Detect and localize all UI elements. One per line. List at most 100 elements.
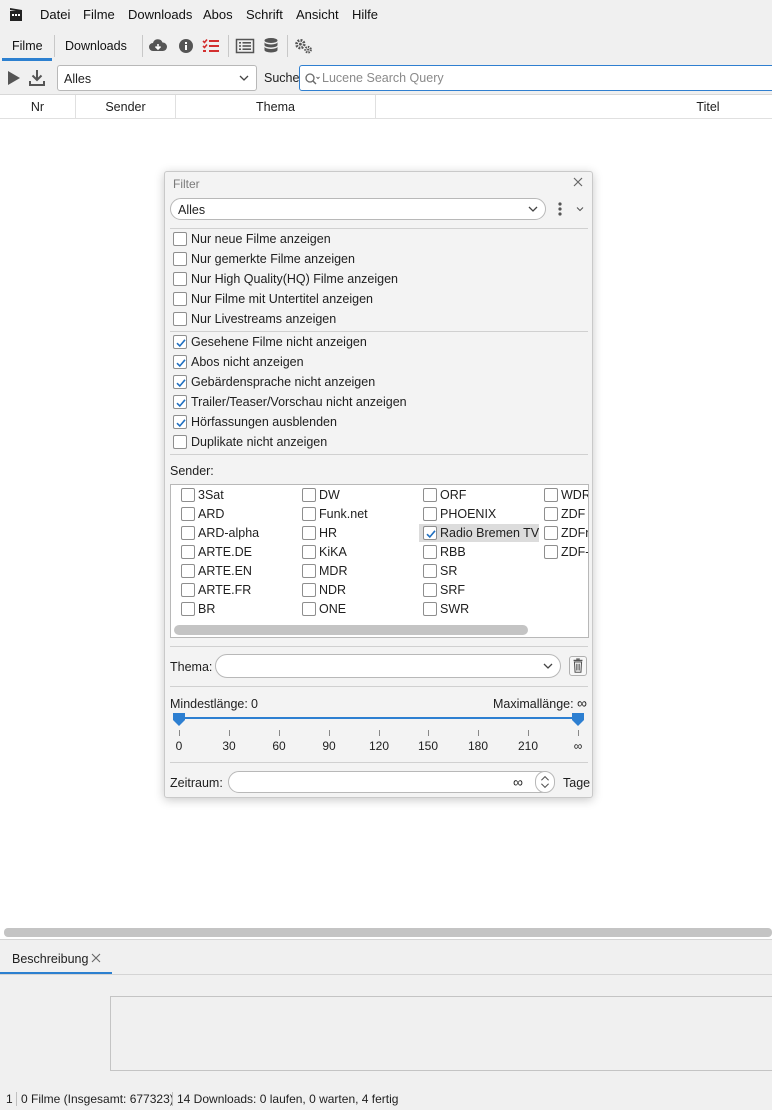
trash-icon[interactable] [569, 656, 587, 676]
menu-filme[interactable]: Filme [83, 7, 115, 22]
checkbox[interactable] [302, 526, 316, 540]
sender-item[interactable]: BR [177, 600, 292, 618]
sender-item[interactable]: ONE [298, 600, 413, 618]
tab-beschreibung[interactable]: Beschreibung [12, 952, 88, 966]
length-slider-track[interactable] [179, 717, 578, 719]
sender-item[interactable]: DW [298, 486, 413, 504]
checkbox[interactable] [181, 583, 195, 597]
checkbox[interactable] [181, 564, 195, 578]
sender-list-scrollbar[interactable] [174, 625, 528, 635]
checkbox[interactable] [544, 526, 558, 540]
checkbox[interactable] [181, 488, 195, 502]
checkbox[interactable] [302, 564, 316, 578]
app-logo-icon[interactable] [9, 7, 23, 22]
sender-item[interactable]: MDR [298, 562, 413, 580]
sender-item[interactable]: ARTE.FR [177, 581, 292, 599]
menu-ansicht[interactable]: Ansicht [296, 7, 339, 22]
checkbox[interactable] [423, 583, 437, 597]
checkbox[interactable] [302, 583, 316, 597]
sender-item[interactable]: SWR [419, 600, 534, 618]
checkbox[interactable] [423, 545, 437, 559]
checkbox[interactable] [173, 375, 187, 389]
menu-abos[interactable]: Abos [203, 7, 233, 22]
checkbox[interactable] [173, 395, 187, 409]
checklist-icon[interactable] [201, 36, 221, 56]
sender-item[interactable]: 3Sat [177, 486, 292, 504]
checkbox[interactable] [302, 602, 316, 616]
table-horizontal-scrollbar[interactable] [4, 928, 772, 937]
checkbox[interactable] [544, 488, 558, 502]
sender-list[interactable]: 3Sat ARD ARD-alpha ARTE.DE ARTE.EN ARTE.FR BR D… [170, 484, 589, 638]
filter-preset-select[interactable]: Alles [57, 65, 257, 91]
sender-item[interactable]: WDR [540, 486, 588, 504]
checkbox[interactable] [173, 232, 187, 246]
sender-item[interactable]: SRF [419, 581, 534, 599]
download-icon[interactable] [28, 69, 46, 87]
column-header-sender[interactable]: Sender [76, 95, 176, 119]
thema-combo[interactable] [215, 654, 561, 678]
checkbox[interactable] [181, 526, 195, 540]
checkbox[interactable] [181, 507, 195, 521]
search-field[interactable] [299, 65, 772, 91]
zeitraum-field[interactable]: ∞ [228, 771, 552, 793]
sender-item[interactable]: ARD-alpha [177, 524, 292, 542]
info-icon[interactable] [176, 36, 196, 56]
sender-item[interactable]: Funk.net [298, 505, 413, 523]
sender-item[interactable]: KiKA [298, 543, 413, 561]
play-icon[interactable] [5, 69, 23, 87]
checkbox[interactable] [423, 564, 437, 578]
sender-item[interactable]: Radio Bremen TV [419, 524, 539, 542]
checkbox[interactable] [544, 507, 558, 521]
close-icon[interactable] [572, 176, 584, 188]
sender-item[interactable]: ARTE.EN [177, 562, 292, 580]
sender-item[interactable]: ZDF-t [540, 543, 588, 561]
sender-item[interactable]: HR [298, 524, 413, 542]
checkbox[interactable] [173, 355, 187, 369]
menu-schrift[interactable]: Schrift [246, 7, 283, 22]
checkbox[interactable] [173, 415, 187, 429]
checkbox[interactable] [423, 602, 437, 616]
menu-downloads[interactable]: Downloads [128, 7, 192, 22]
database-icon[interactable] [261, 36, 281, 56]
list-view-icon[interactable] [235, 36, 255, 56]
filter-preset-combo[interactable]: Alles [170, 198, 546, 220]
checkbox[interactable] [544, 545, 558, 559]
more-options-icon[interactable] [557, 201, 563, 217]
sender-item[interactable]: SR [419, 562, 534, 580]
checkbox[interactable] [423, 488, 437, 502]
sender-item[interactable]: ARD [177, 505, 292, 523]
settings-gears-icon[interactable] [294, 36, 314, 56]
column-header-thema[interactable]: Thema [176, 95, 376, 119]
menu-datei[interactable]: Datei [40, 7, 70, 22]
checkbox[interactable] [302, 507, 316, 521]
checkbox[interactable] [173, 335, 187, 349]
chevron-down-icon[interactable] [575, 204, 585, 214]
checkbox[interactable] [302, 545, 316, 559]
sender-item[interactable]: PHOENIX [419, 505, 534, 523]
column-header-titel[interactable]: Titel [376, 95, 772, 119]
sender-item[interactable]: NDR [298, 581, 413, 599]
checkbox[interactable] [173, 435, 187, 449]
checkbox[interactable] [181, 602, 195, 616]
checkbox[interactable] [423, 526, 437, 540]
tab-filme[interactable]: Filme [12, 39, 43, 53]
sender-item[interactable]: RBB [419, 543, 534, 561]
checkbox[interactable] [423, 507, 437, 521]
sender-item[interactable]: ARTE.DE [177, 543, 292, 561]
sender-item[interactable]: ZDFn [540, 524, 588, 542]
cloud-download-icon[interactable] [148, 36, 168, 56]
tab-downloads[interactable]: Downloads [65, 39, 127, 53]
close-icon[interactable] [91, 953, 101, 963]
sender-item[interactable]: ORF [419, 486, 534, 504]
length-slider-max-thumb[interactable] [572, 713, 584, 726]
checkbox[interactable] [181, 545, 195, 559]
search-input[interactable] [322, 69, 762, 87]
checkbox[interactable] [173, 312, 187, 326]
checkbox[interactable] [173, 272, 187, 286]
column-header-nr[interactable]: Nr [0, 95, 76, 119]
checkbox[interactable] [173, 292, 187, 306]
checkbox[interactable] [302, 488, 316, 502]
checkbox[interactable] [173, 252, 187, 266]
search-icon[interactable] [304, 72, 320, 86]
menu-hilfe[interactable]: Hilfe [352, 7, 378, 22]
